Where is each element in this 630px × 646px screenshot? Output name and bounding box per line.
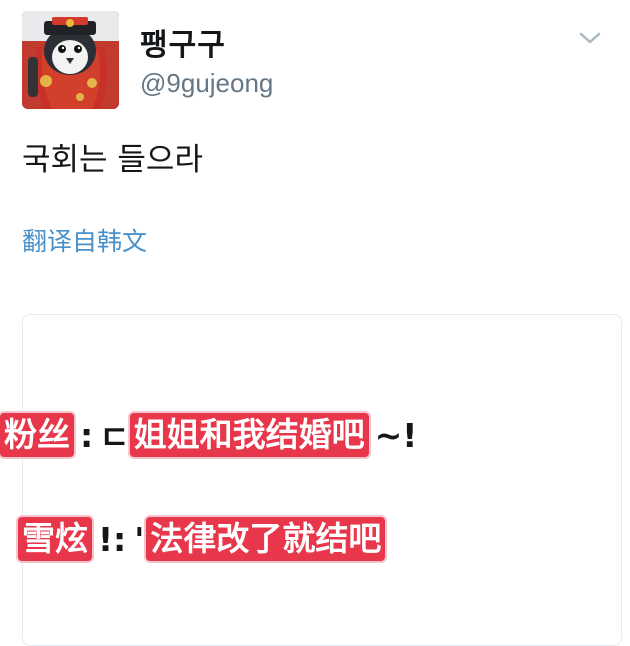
penguin-avatar-icon xyxy=(22,11,119,109)
avatar[interactable] xyxy=(22,11,119,109)
caption-separator: : xyxy=(80,415,94,455)
speaker-label: 雪炫 xyxy=(18,517,92,561)
translate-link[interactable]: 翻译自韩文 xyxy=(22,222,147,258)
user-handle[interactable]: @9gujeong xyxy=(140,68,273,99)
caption-text: 法律改了就结吧 xyxy=(146,517,386,561)
chevron-down-icon[interactable] xyxy=(578,30,602,46)
caption-fragment: ' xyxy=(134,519,145,559)
tweet-text: 국회는 들으라 xyxy=(22,142,203,178)
caption-fragment: ㄷ xyxy=(99,418,130,457)
tweet-media-card[interactable] xyxy=(22,314,622,646)
speaker-label: 粉丝 xyxy=(0,413,74,457)
caption-line-1: 粉丝 : ㄷ 姐姐和我结婚吧 ~! xyxy=(0,412,423,458)
caption-text: 姐姐和我结婚吧 xyxy=(129,413,369,457)
caption-separator: !: xyxy=(98,519,127,559)
caption-line-2: 雪炫 !: ' 法律改了就结吧 xyxy=(18,516,386,562)
caption-tail: ~! xyxy=(374,415,418,455)
display-name[interactable]: 팽구구 xyxy=(140,20,226,64)
